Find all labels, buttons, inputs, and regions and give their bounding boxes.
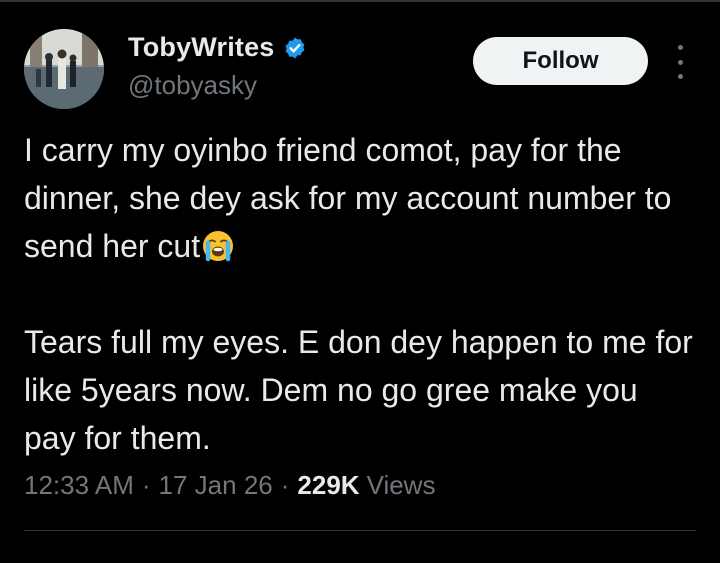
avatar[interactable] bbox=[24, 29, 104, 109]
more-vertical-icon[interactable] bbox=[670, 45, 690, 79]
views-count: 229K bbox=[297, 470, 360, 500]
author-handle[interactable]: @tobyasky bbox=[128, 70, 257, 101]
tweet-time[interactable]: 12:33 AM bbox=[24, 470, 134, 501]
tweet-date[interactable]: 17 Jan 26 bbox=[159, 470, 273, 501]
meta-separator: · bbox=[141, 470, 151, 500]
author-display-name[interactable]: TobyWrites bbox=[128, 32, 275, 63]
bottom-divider bbox=[24, 530, 696, 531]
meta-separator: · bbox=[280, 470, 290, 500]
author-name-row: TobyWrites bbox=[128, 32, 307, 63]
verified-badge-icon bbox=[283, 36, 307, 60]
tweet-meta: 12:33 AM · 17 Jan 26 · 229K Views bbox=[24, 470, 435, 501]
more-dot bbox=[677, 59, 683, 65]
more-dot bbox=[677, 74, 683, 79]
tweet-paragraph-2: Tears full my eyes. E don dey happen to … bbox=[24, 324, 693, 456]
follow-button[interactable]: Follow bbox=[473, 37, 648, 85]
tweet-text: I carry my oyinbo friend comot, pay for … bbox=[24, 126, 694, 462]
loudly-crying-face-icon bbox=[201, 228, 235, 262]
tweet-paragraph-1: I carry my oyinbo friend comot, pay for … bbox=[24, 126, 694, 270]
tweet-paragraph-1-text: I carry my oyinbo friend comot, pay for … bbox=[24, 132, 672, 264]
more-dot bbox=[677, 45, 683, 50]
views-label: Views bbox=[366, 470, 436, 500]
top-divider bbox=[0, 0, 720, 2]
